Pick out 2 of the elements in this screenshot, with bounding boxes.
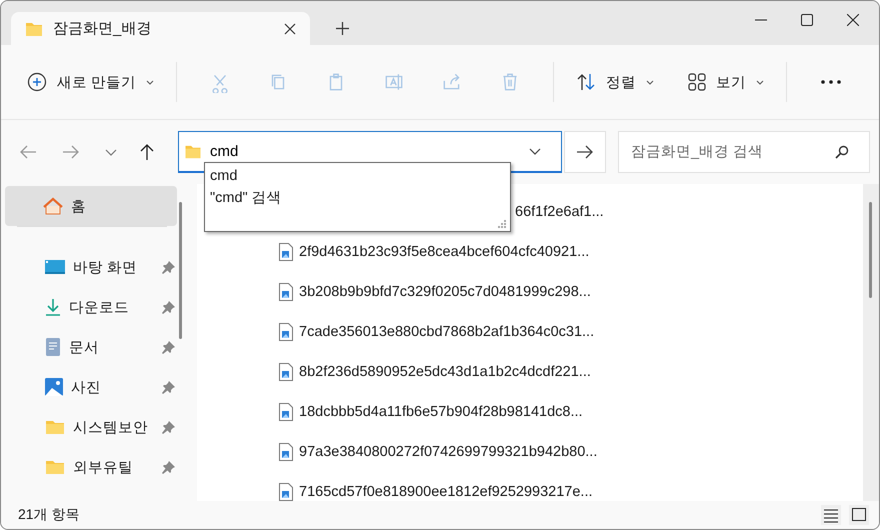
item-count: 21개 항목 [18, 506, 80, 524]
tab-title: 잠금화면_배경 [53, 19, 152, 38]
